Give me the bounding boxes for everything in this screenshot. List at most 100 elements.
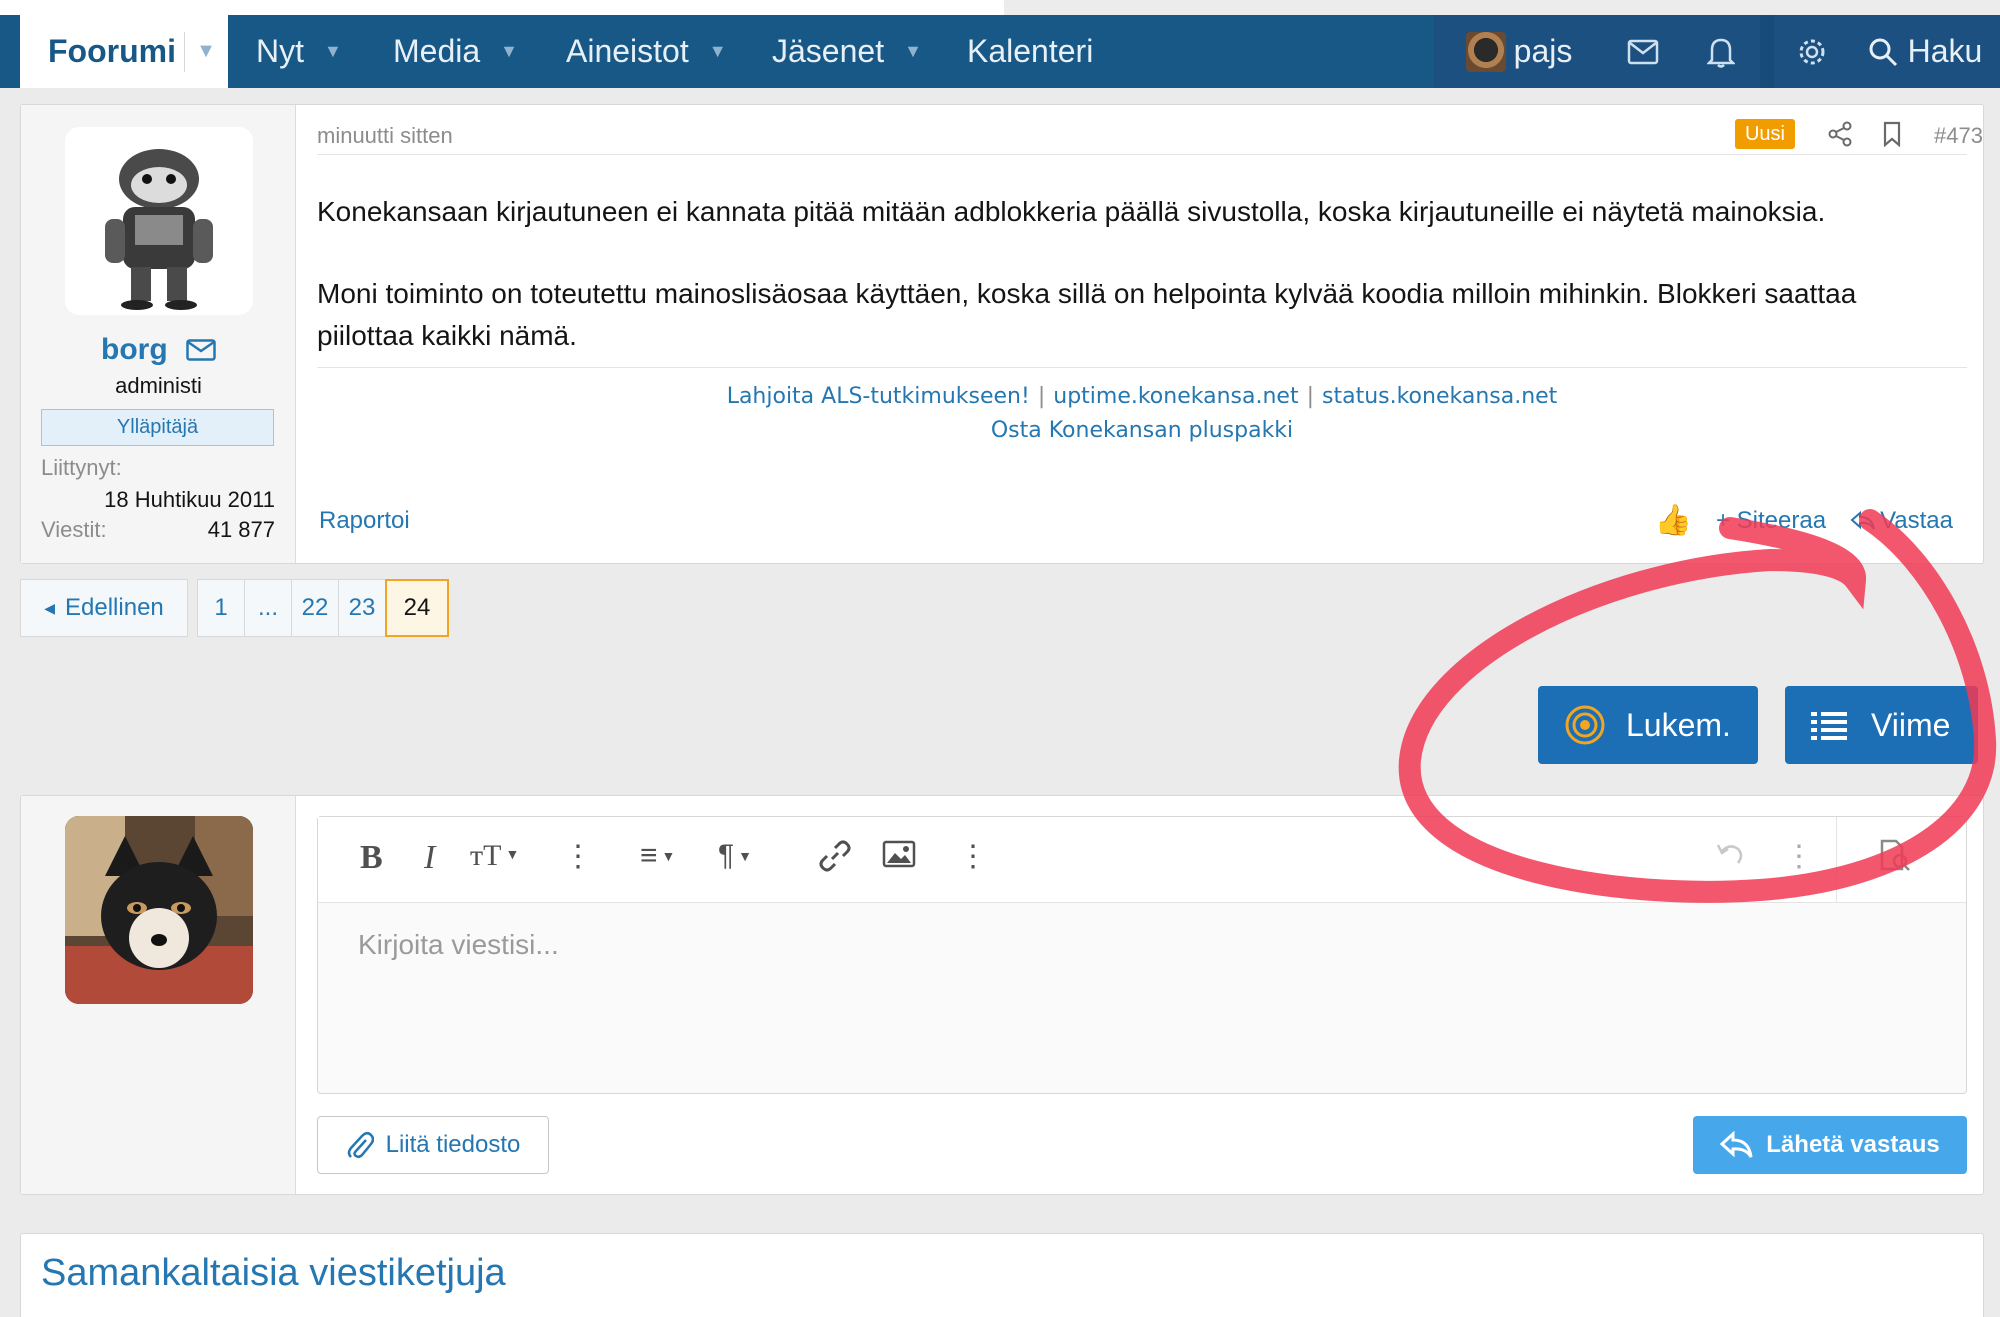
divider [1760, 15, 1774, 88]
link-icon[interactable] [818, 839, 852, 873]
image-icon[interactable] [882, 839, 916, 869]
latest-label: Viime [1871, 706, 1951, 743]
more-vertical-icon[interactable]: ⋮ [958, 839, 988, 874]
bookmark-icon[interactable] [1881, 121, 1903, 147]
post-actions: 👍 + Siteeraa Vastaa [1655, 503, 1953, 538]
similar-threads-block: Samankaltaisia viestiketjuja [20, 1233, 1984, 1317]
send-reply-button[interactable]: Lähetä vastaus [1693, 1116, 1967, 1174]
post-author-name[interactable]: borg [101, 333, 216, 367]
reply-arrow-icon [1850, 510, 1876, 530]
report-link[interactable]: Raportoi [319, 507, 410, 535]
user-avatar [1465, 31, 1506, 72]
nav-user-account[interactable]: pajs [1434, 15, 1604, 88]
post-header: minuutti sitten Uusi #473 [317, 115, 1983, 155]
signature-link-als[interactable]: Lahjoita ALS-tutkimukseen! [727, 384, 1030, 409]
signature-line: Lahjoita ALS-tutkimukseen! | uptime.koneka… [317, 380, 1967, 414]
chevron-down-icon[interactable]: ▼ [709, 41, 727, 62]
align-icon[interactable]: ≡ ▼ [640, 839, 675, 873]
share-icon[interactable] [1827, 121, 1853, 147]
latest-button[interactable]: Viime [1785, 686, 1978, 764]
top-navigation: Foorumi ▼ Nyt ▼ Media ▼ Aineistot ▼ Jäsenet… [0, 15, 2000, 88]
page-link-23[interactable]: 23 [338, 579, 386, 637]
chevron-down-icon[interactable]: ▼ [324, 41, 342, 62]
posts-label: Viestit: [41, 517, 107, 542]
nav-item-aineistot[interactable]: Aineistot ▼ [566, 15, 727, 88]
attach-label: Liitä tiedosto [385, 1131, 521, 1158]
reply-user-cell [21, 796, 296, 1194]
nav-item-jasenet[interactable]: Jäsenet ▼ [772, 15, 922, 88]
dog-avatar-image [65, 816, 253, 1004]
reply-button[interactable]: Vastaa [1850, 507, 1953, 535]
chevron-down-icon[interactable]: ▼ [904, 41, 922, 62]
paragraph-icon[interactable]: ¶ ▼ [718, 839, 752, 873]
unread-label: Lukem. [1626, 706, 1731, 743]
author-banner: Ylläpitäjä [41, 409, 274, 446]
divider [1836, 817, 1837, 903]
post-paragraph: Konekansaan kirjautuneen ei kannata pitä… [317, 196, 1826, 227]
signature-link-pluspakki[interactable]: Osta Konekansan pluspakki [317, 414, 1967, 448]
nav-item-nyt[interactable]: Nyt ▼ [256, 15, 342, 88]
robot-avatar-image [105, 149, 213, 310]
quick-reply: B I тT ▼ ⋮ ≡ ▼ ¶ ▼ ⋮ ⋮ Kirjoita viestisi... [20, 795, 1984, 1195]
preview-icon[interactable] [1878, 839, 1912, 873]
italic-icon[interactable]: I [424, 839, 435, 877]
post-number[interactable]: #473 [1934, 123, 1983, 149]
nav-user-area: pajs Haku [1434, 15, 2000, 88]
nav-item-label: Aineistot [566, 33, 689, 69]
gear-icon[interactable] [1774, 15, 1850, 88]
inbox-icon[interactable] [1604, 15, 1682, 88]
post-signature: Lahjoita ALS-tutkimukseen! | uptime.koneka… [317, 367, 1967, 448]
signature-link-status[interactable]: status.konekansa.net [1322, 384, 1557, 409]
nav-forum-label: Foorumi [48, 33, 176, 69]
reply-arrow-icon [1720, 1131, 1753, 1158]
signature-link-uptime[interactable]: uptime.konekansa.net [1053, 384, 1298, 409]
post-time[interactable]: minuutti sitten [317, 123, 453, 149]
envelope-icon[interactable] [185, 339, 216, 361]
page-current[interactable]: 24 [385, 579, 449, 637]
nav-item-label: Nyt [256, 33, 304, 69]
nav-item-kalenteri[interactable]: Kalenteri [967, 15, 1093, 88]
joined-label: Liittynyt: [41, 455, 122, 480]
post-content: minuutti sitten Uusi #473 Konekansaan ki… [317, 105, 1983, 563]
target-icon [1565, 705, 1605, 745]
avatar[interactable] [65, 816, 253, 1004]
signature-separator: | [1306, 384, 1314, 409]
bell-icon[interactable] [1682, 15, 1760, 88]
nav-username: pajs [1513, 33, 1573, 69]
search-label: Haku [1907, 33, 1983, 69]
nav-tab-forum[interactable]: Foorumi ▼ [20, 15, 228, 88]
page-link-22[interactable]: 22 [291, 579, 339, 637]
undo-icon[interactable] [1714, 839, 1746, 869]
search-button[interactable]: Haku [1850, 15, 2000, 88]
top-strip-gray [1004, 0, 2000, 15]
new-badge: Uusi [1735, 119, 1795, 149]
post-paragraph: Moni toiminto on toteutettu mainoslisäos… [317, 278, 1857, 351]
joined-value: 18 Huhtikuu 2011 [104, 487, 275, 512]
unread-button[interactable]: Lukem. [1538, 686, 1758, 764]
nav-item-label: Kalenteri [967, 33, 1094, 69]
more-vertical-icon[interactable]: ⋮ [1784, 839, 1814, 874]
previous-label: Edellinen [65, 594, 164, 621]
quote-button[interactable]: + Siteeraa [1716, 507, 1826, 535]
previous-page-button[interactable]: ◀ Edellinen [20, 579, 188, 637]
attach-file-button[interactable]: Liitä tiedosto [317, 1116, 549, 1174]
reply-label: Vastaa [1880, 506, 1953, 534]
paperclip-icon [347, 1132, 374, 1159]
pagination: ◀ Edellinen 1 ... 22 23 24 [20, 579, 449, 637]
avatar[interactable] [65, 127, 253, 315]
editor-toolbar: B I тT ▼ ⋮ ≡ ▼ ¶ ▼ ⋮ ⋮ [318, 817, 1966, 903]
forum-post: borg administi Ylläpitäjä Liittynyt: 18 … [20, 104, 1984, 564]
nav-item-media[interactable]: Media ▼ [393, 15, 518, 88]
chevron-down-icon[interactable]: ▼ [185, 40, 227, 63]
message-input[interactable]: Kirjoita viestisi... [358, 929, 559, 961]
chevron-down-icon[interactable]: ▼ [500, 41, 518, 62]
page-ellipsis[interactable]: ... [244, 579, 292, 637]
more-vertical-icon[interactable]: ⋮ [563, 839, 593, 874]
text-size-icon[interactable]: тT ▼ [470, 839, 519, 873]
thumbs-up-icon[interactable]: 👍 [1655, 503, 1692, 538]
author-name-text: borg [101, 333, 168, 366]
page-link-1[interactable]: 1 [197, 579, 245, 637]
bold-icon[interactable]: B [360, 839, 383, 877]
message-editor: B I тT ▼ ⋮ ≡ ▼ ¶ ▼ ⋮ ⋮ Kirjoita viestisi... [317, 816, 1967, 1094]
post-user-cell: borg administi Ylläpitäjä Liittynyt: 18 … [21, 105, 296, 563]
